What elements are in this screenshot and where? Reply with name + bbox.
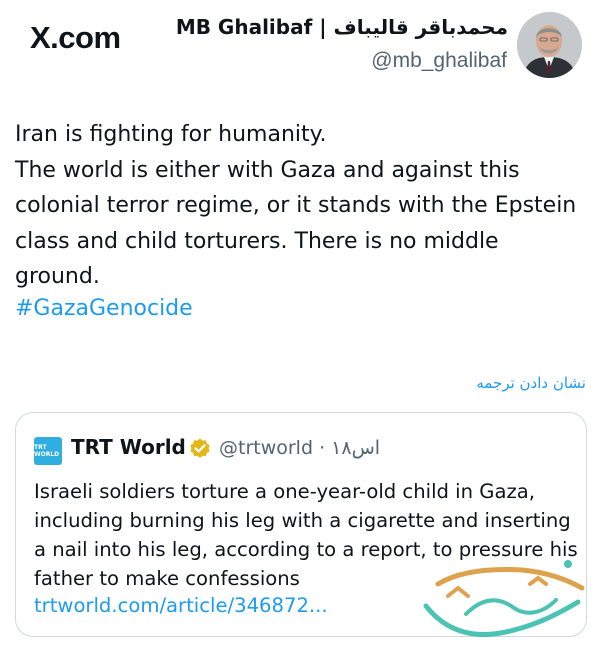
show-translation-link[interactable]: نشان دادن ترجمه	[476, 374, 586, 392]
avatar-photo	[517, 12, 582, 78]
avatar[interactable]	[517, 12, 582, 78]
quoted-author-name[interactable]: TRT World	[71, 435, 186, 459]
quoted-tweet-text: Israeli soldiers torture a one-year-old …	[34, 480, 578, 590]
author-display-name[interactable]: MB Ghalibaf | محمدباقر قالیباف	[176, 15, 508, 39]
quoted-handle-time: @trtworld · ۱۸اس	[219, 437, 381, 459]
hashtag-link[interactable]: #GazaGenocide	[15, 296, 193, 321]
author-handle[interactable]: @mb_ghalibaf	[371, 49, 507, 73]
quoted-article-link[interactable]: trtworld.com/article/346872...	[34, 594, 328, 617]
quoted-tweet-card[interactable]: TRT WORLD TRT World @trtworld · ۱۸اس Isr…	[15, 412, 587, 637]
tweet-text: Iran is fighting for humanity. The world…	[15, 122, 577, 290]
x-brand-logo: X.com	[30, 20, 121, 55]
trt-world-logo: TRT WORLD	[34, 437, 62, 465]
verified-badge-icon	[190, 438, 210, 458]
